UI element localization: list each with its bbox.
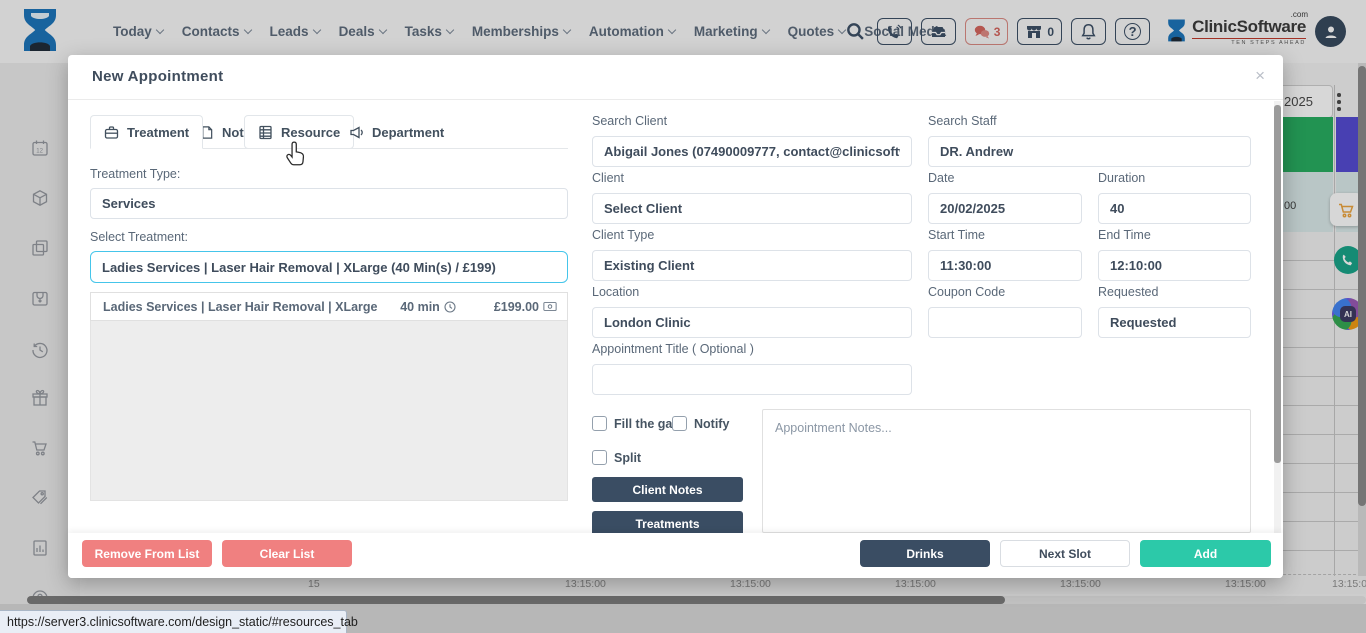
fill-the-gap-checkbox[interactable]: Fill the gap [592, 416, 680, 431]
status-url: https://server3.clinicsoftware.com/desig… [7, 615, 358, 629]
treatment-type-label: Treatment Type: [90, 167, 180, 181]
search-client-label: Search Client [592, 114, 667, 128]
search-staff-label: Search Staff [928, 114, 997, 128]
treatment-price: £199.00 [494, 300, 539, 314]
location-label: Location [592, 285, 639, 299]
grid-icon [258, 125, 273, 140]
close-icon[interactable]: × [1255, 66, 1265, 86]
checkbox-icon[interactable] [592, 450, 607, 465]
date-input[interactable] [928, 193, 1082, 224]
next-slot-button[interactable]: Next Slot [1000, 540, 1130, 567]
status-url-tooltip: https://server3.clinicsoftware.com/desig… [0, 610, 347, 633]
appointment-notes-textarea[interactable] [762, 409, 1251, 533]
date-label: Date [928, 171, 954, 185]
select-treatment-input[interactable] [90, 251, 568, 283]
checkbox-icon[interactable] [592, 416, 607, 431]
treatment-list-panel [90, 292, 568, 501]
checkbox-icon[interactable] [672, 416, 687, 431]
treatment-list-item[interactable]: Ladies Services | Laser Hair Removal | X… [90, 292, 568, 321]
duration-label: Duration [1098, 171, 1145, 185]
client-label: Client [592, 171, 624, 185]
location-select[interactable] [592, 307, 912, 338]
add-button[interactable]: Add [1140, 540, 1271, 567]
modal-footer: Remove From List Clear List Drinks Next … [68, 533, 1283, 578]
treatment-duration: 40 min [400, 300, 440, 314]
start-time-label: Start Time [928, 228, 985, 242]
megaphone-icon [349, 125, 364, 140]
coupon-code-label: Coupon Code [928, 285, 1005, 299]
treatment-name: Ladies Services | Laser Hair Removal | X… [91, 300, 400, 314]
coupon-code-input[interactable] [928, 307, 1082, 338]
split-checkbox[interactable]: Split [592, 450, 641, 465]
search-staff-input[interactable] [928, 136, 1251, 167]
clock-icon [444, 301, 456, 313]
clear-list-button[interactable]: Clear List [222, 540, 352, 567]
appointment-title-input[interactable] [592, 364, 912, 395]
notify-checkbox[interactable]: Notify [672, 416, 729, 431]
banknote-icon [543, 301, 557, 312]
tab-treatment[interactable]: Treatment [90, 115, 203, 149]
client-select[interactable] [592, 193, 912, 224]
appointment-title-label: Appointment Title ( Optional ) [592, 342, 754, 356]
tab-department[interactable]: Department [336, 115, 457, 149]
treatment-type-select[interactable] [90, 188, 568, 219]
select-treatment-label: Select Treatment: [90, 230, 188, 244]
start-time-input[interactable] [928, 250, 1082, 281]
new-appointment-modal: New Appointment × Treatment Note Resourc… [68, 55, 1283, 578]
client-type-select[interactable] [592, 250, 912, 281]
requested-select[interactable] [1098, 307, 1251, 338]
client-notes-button[interactable]: Client Notes [592, 477, 743, 502]
search-client-input[interactable] [592, 136, 912, 167]
modal-header: New Appointment × [68, 55, 1283, 100]
duration-input[interactable] [1098, 193, 1251, 224]
remove-from-list-button[interactable]: Remove From List [82, 540, 212, 567]
app-window: Today Contacts Leads Deals Tasks Members… [0, 0, 1366, 633]
modal-scrollbar-thumb[interactable] [1274, 105, 1281, 463]
briefcase-icon [104, 125, 119, 140]
modal-title: New Appointment [92, 68, 223, 85]
requested-label: Requested [1098, 285, 1158, 299]
end-time-label: End Time [1098, 228, 1151, 242]
drinks-button[interactable]: Drinks [860, 540, 990, 567]
client-type-label: Client Type [592, 228, 654, 242]
end-time-input[interactable] [1098, 250, 1251, 281]
